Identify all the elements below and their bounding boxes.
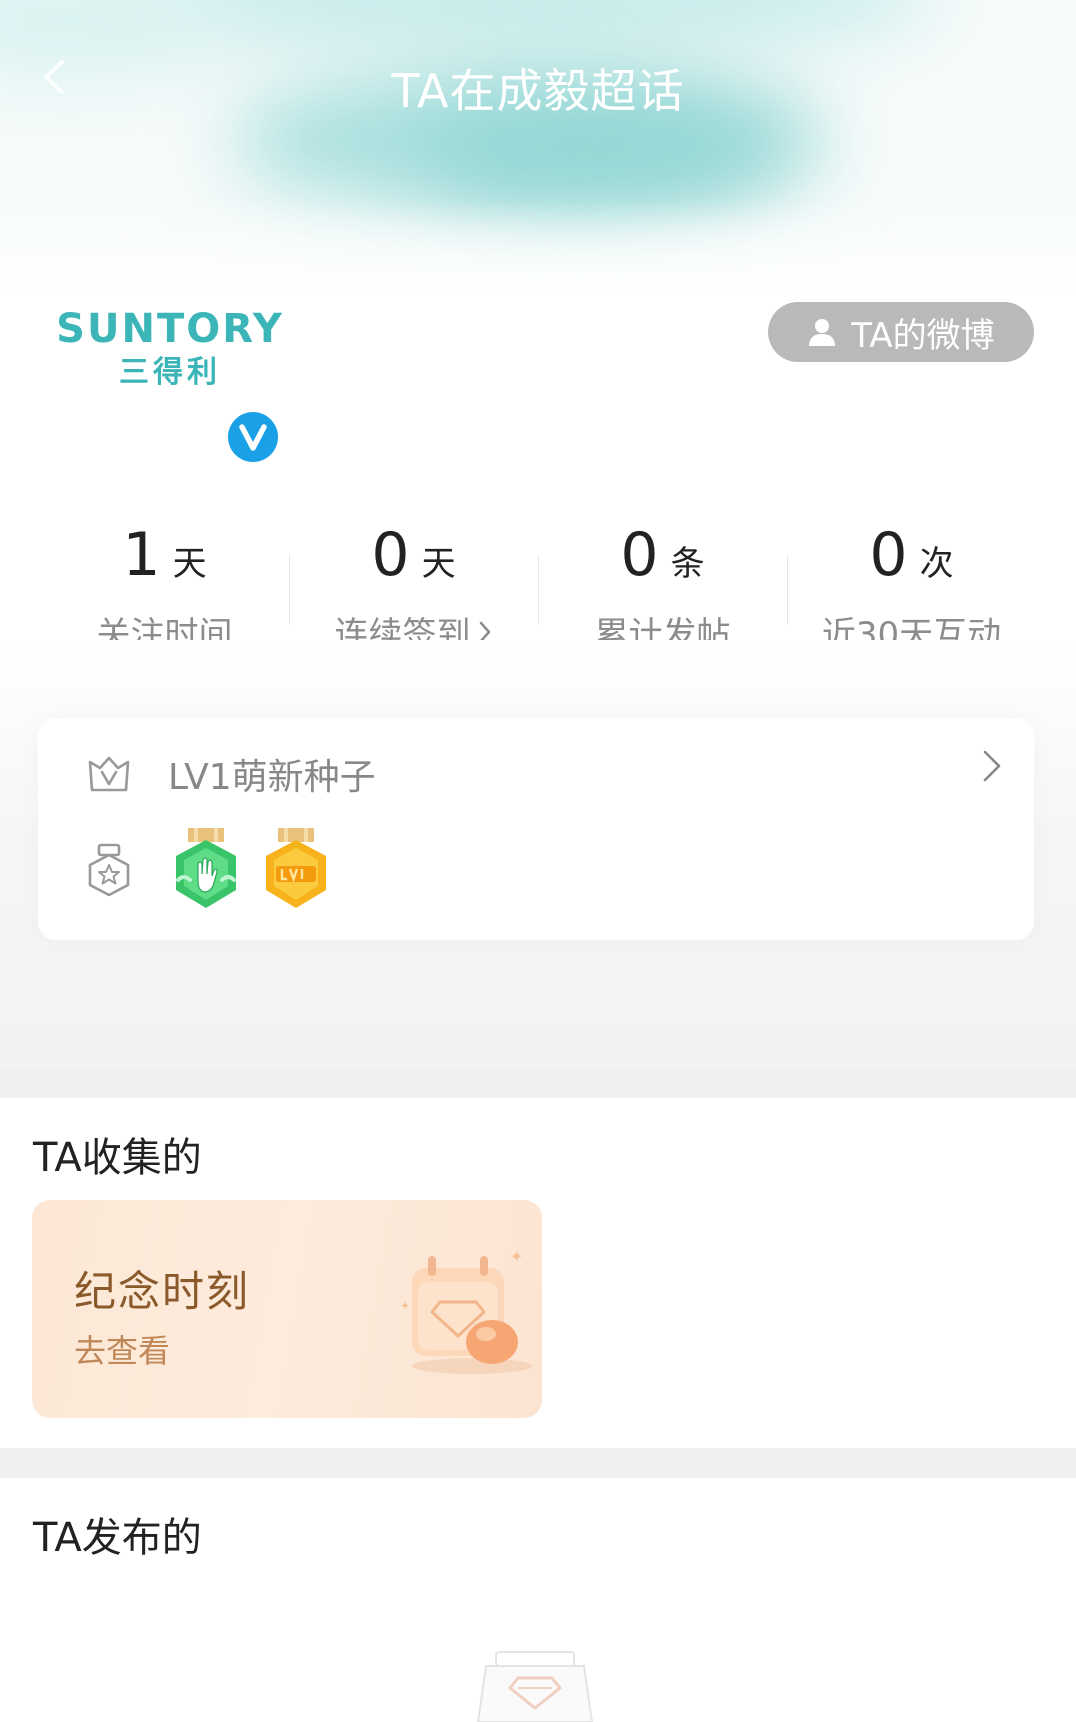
memorial-card-title: 纪念时刻 [74,1267,251,1316]
stat-unit: 天 [421,544,456,584]
section-divider [0,1448,1076,1478]
user-icon [809,319,836,346]
calendar-diamond-icon: ✦ ✦ [400,1247,532,1374]
svg-text:✦: ✦ [510,1247,523,1266]
svg-text:✦: ✦ [400,1299,410,1313]
empty-state-icon [476,1651,594,1722]
posted-section-title: TA发布的 [33,1515,202,1561]
page-title: TA在成毅超话 [391,64,685,118]
memorial-moments-card[interactable]: 纪念时刻 去查看 ✦ ✦ [32,1200,542,1418]
banner-fade [0,200,1076,300]
medal-icon [88,843,130,897]
collected-section-title: TA收集的 [33,1135,202,1181]
stat-unit: 条 [670,544,705,584]
weibo-button-label: TA的微博 [851,315,995,356]
level-crown-icon [88,756,130,792]
stat-value: 1 [122,520,161,590]
stat-value: 0 [869,520,908,590]
verified-icon [228,412,278,462]
brand-logo-cn: 三得利 [119,355,221,390]
section-divider [0,1068,1076,1098]
stat-value: 0 [620,520,659,590]
level-label: LV1萌新种子 [168,757,376,798]
stat-value: 0 [371,520,410,590]
stat-unit: 天 [172,544,207,584]
memorial-card-action[interactable]: 去查看 [74,1326,170,1372]
brand-logo-text: SUNTORY [56,306,284,352]
stat-unit: 次 [919,544,954,584]
lv1-badge-icon[interactable] [260,828,332,912]
header-banner: TA在成毅超话 [0,0,1076,300]
avatar[interactable]: SUNTORY 三得利 [55,305,285,415]
level-card[interactable]: LV1萌新种子 [38,718,1034,940]
chevron-right-icon[interactable] [980,748,1004,784]
hand-wave-badge-icon[interactable] [170,828,242,912]
ta-weibo-button[interactable]: TA的微博 [768,302,1034,362]
banner-blur [120,0,940,50]
